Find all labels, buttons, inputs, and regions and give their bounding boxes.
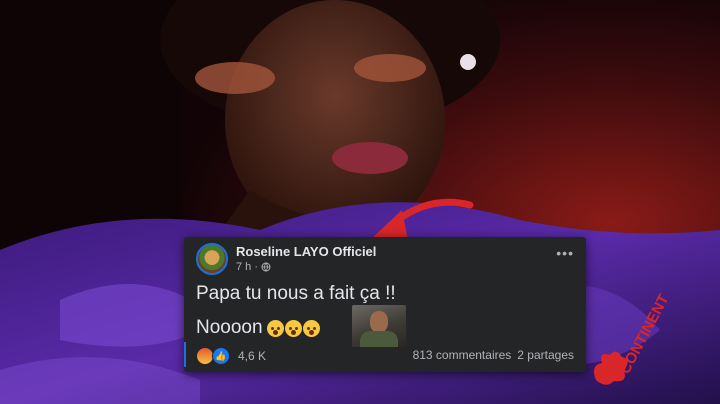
photo-face [370, 311, 388, 333]
crying-face-icon [266, 319, 284, 337]
emoji-group [266, 319, 320, 337]
post-time[interactable]: 7 h · [236, 261, 258, 273]
shares-count[interactable]: 2 partages [517, 348, 574, 362]
facebook-post-card: Roseline LAYO Officiel 7 h · ••• Papa tu… [184, 237, 586, 372]
post-text-line-1: Papa tu nous a fait ça !! [196, 283, 396, 304]
like-reaction-icon: 👍 [212, 347, 230, 365]
crying-face-icon [284, 319, 302, 337]
attached-photo[interactable] [352, 305, 406, 347]
crying-face-icon [302, 319, 320, 337]
reaction-count: 4,6 K [238, 349, 267, 363]
comments-count[interactable]: 813 commentaires [413, 348, 512, 362]
avatar[interactable] [196, 243, 228, 275]
more-options-icon[interactable]: ••• [556, 245, 574, 261]
author-name[interactable]: Roseline LAYO Officiel [236, 244, 376, 259]
post-text-noooon: Noooon [196, 317, 263, 338]
watermark-text: CONTINENT [617, 292, 673, 377]
photo-body [360, 331, 398, 347]
accent-bar [184, 342, 186, 367]
post-meta: 7 h · [236, 261, 271, 273]
reactions-summary[interactable]: 👍 4,6 K [196, 347, 266, 365]
post-stats: 813 commentaires 2 partages [413, 348, 574, 362]
globe-icon [261, 262, 271, 272]
watermark-logo: CONTINENT [594, 292, 673, 385]
post-text-line-2: Noooon [196, 317, 320, 339]
